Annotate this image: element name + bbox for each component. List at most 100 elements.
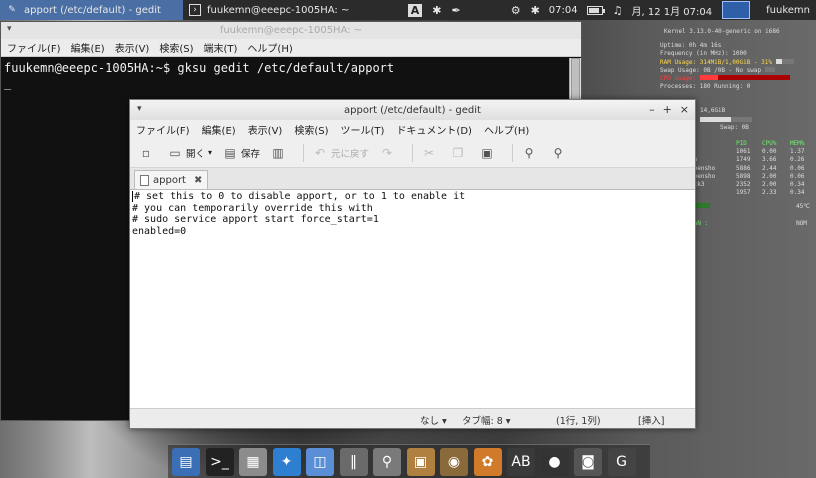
replace-button[interactable]: ⚲: [548, 142, 571, 164]
gedit-titlebar[interactable]: ▾ apport (/etc/default) - gedit – + ×: [130, 100, 695, 120]
cursor-position: (1行, 1列): [556, 416, 601, 427]
menu-documents[interactable]: ドキュメント(D): [396, 122, 472, 137]
process-cell: 3.66: [762, 156, 777, 164]
process-cell: [690, 189, 736, 197]
settings-icon[interactable]: [466, 0, 506, 20]
chevron-down-icon: ▾: [208, 148, 213, 157]
undo-button[interactable]: ↶ 元に戻す: [310, 142, 371, 164]
open-button[interactable]: ▭ 開く ▾: [165, 142, 214, 164]
input-method-indicator[interactable]: A: [403, 0, 428, 20]
toolbar-separator: [412, 143, 414, 162]
terminal-menu-terminal[interactable]: 端末(T): [204, 40, 238, 55]
dock-file-manager[interactable]: ▦: [239, 447, 267, 476]
gedit-window[interactable]: ▾ apport (/etc/default) - gedit – + × ファ…: [129, 99, 696, 429]
search-icon: ⚲: [381, 453, 393, 470]
find-button[interactable]: ⚲: [519, 142, 542, 164]
print-button[interactable]: ▥: [268, 142, 291, 164]
workspace-switcher[interactable]: [722, 1, 751, 19]
menu-file[interactable]: ファイル(F): [136, 122, 190, 137]
battery-icon[interactable]: [582, 0, 608, 20]
process-cell: 0.26: [790, 156, 805, 164]
tab-apport[interactable]: apport ✖: [134, 170, 209, 189]
menu-tools[interactable]: ツール(T): [341, 122, 385, 137]
dock-image-viewer[interactable]: ◫: [306, 447, 334, 476]
dock-browser[interactable]: ✦: [272, 447, 301, 476]
top-panel: ✎ apport (/etc/default) - gedit › fuukem…: [0, 0, 816, 20]
conky-processes: Processes: 180 Running: 0: [660, 83, 751, 91]
terminal-titlebar[interactable]: ▾ fuukemn@eeepc-1005HA: ~: [1, 22, 581, 39]
search-icon: ⚲: [524, 145, 534, 160]
save-button[interactable]: ▤ 保存: [220, 142, 262, 164]
process-cell: 2.00: [762, 181, 777, 189]
process-cell: 0.06: [790, 164, 805, 172]
dock-show-desktop[interactable]: ▤: [172, 447, 200, 476]
taskbar-item-terminal[interactable]: › fuukemn@eeepc-1005HA: ~: [183, 0, 393, 20]
terminal-menu-file[interactable]: ファイル(F): [7, 40, 61, 55]
paste-button[interactable]: ▣: [477, 142, 500, 164]
show-desktop-icon: ▤: [179, 453, 193, 470]
dock-font-viewer[interactable]: AB: [507, 447, 535, 476]
dock-media-player[interactable]: ◉: [440, 447, 468, 476]
close-icon[interactable]: ×: [680, 103, 689, 116]
terminal-menu-help[interactable]: ヘルプ(H): [247, 40, 292, 55]
menu-edit[interactable]: 編集(E): [202, 122, 236, 137]
process-cell: reensho: [690, 164, 716, 172]
pen-icon[interactable]: ✒: [446, 0, 465, 20]
dock-settings[interactable]: G: [607, 447, 636, 476]
dock-mixer[interactable]: ‖: [339, 447, 368, 476]
disk-bar: [700, 116, 752, 122]
dock-terminal[interactable]: >_: [205, 447, 234, 476]
window-menu-icon[interactable]: ▾: [137, 104, 142, 114]
dock-screenshot[interactable]: ◙: [574, 447, 602, 476]
dock-search[interactable]: ⚲: [373, 447, 401, 476]
taskbar-item-gedit[interactable]: ✎ apport (/etc/default) - gedit: [0, 0, 183, 20]
mixer-icon: ‖: [350, 453, 357, 470]
clock[interactable]: 07:04: [545, 0, 582, 20]
copy-button[interactable]: ❐: [448, 142, 471, 164]
redo-button[interactable]: ↷: [377, 142, 400, 164]
syntax-selector[interactable]: なし ▾: [420, 413, 447, 427]
dock-graphics[interactable]: ✿: [473, 447, 502, 476]
document-icon: [140, 174, 149, 186]
text-editor-icon: ✎: [8, 5, 16, 15]
bluetooth-tray-icon[interactable]: ✱: [526, 0, 545, 20]
menu-help[interactable]: ヘルプ(H): [484, 122, 529, 137]
settings-icon: G: [616, 453, 627, 470]
copy-icon: ❐: [452, 145, 464, 160]
process-cell: 2.00: [762, 172, 777, 180]
date-display[interactable]: 月, 12 1月 07:04: [628, 0, 717, 20]
terminal-menu-search[interactable]: 検索(S): [159, 40, 193, 55]
menu-search[interactable]: 検索(S): [294, 122, 328, 137]
process-cell: on: [690, 156, 736, 164]
tab-close-icon[interactable]: ✖: [194, 175, 202, 186]
window-menu-icon[interactable]: ▾: [7, 24, 12, 34]
cut-button[interactable]: ✂: [419, 142, 442, 164]
user-menu[interactable]: fuukemn: [756, 0, 816, 20]
process-cell: 1061: [736, 148, 751, 156]
conky-cpu-usage: CPU Usage:: [660, 75, 697, 83]
proc-col-cpu: CPU%: [762, 140, 777, 148]
network-icon[interactable]: ⚙: [506, 0, 526, 20]
toolbar-separator: [303, 143, 305, 162]
minimize-icon[interactable]: –: [649, 103, 655, 116]
tab-width-selector[interactable]: タブ幅: 8 ▾: [462, 413, 511, 427]
process-cell: 2.44: [762, 164, 777, 172]
text-editor[interactable]: # set this to 0 to disable apport, or to…: [130, 190, 695, 408]
find-replace-icon: ⚲: [553, 145, 563, 160]
dock-camera[interactable]: ●: [540, 447, 569, 476]
terminal-menu-edit[interactable]: 編集(E): [71, 40, 105, 55]
volume-icon[interactable]: ♫: [608, 0, 628, 20]
terminal-menu-view[interactable]: 表示(V): [115, 40, 150, 55]
menu-view[interactable]: 表示(V): [248, 122, 283, 137]
editor-line: # you can temporarily override this with: [132, 202, 373, 214]
new-document-icon: ▫: [141, 145, 151, 160]
new-button[interactable]: ▫: [136, 142, 159, 164]
conky-fan-value: NOM: [796, 219, 807, 227]
terminal-icon: >_: [210, 453, 229, 470]
dock-archive[interactable]: ▣: [406, 447, 435, 476]
conky-kernel: Kernel 3.13.0-40-generic on i686: [664, 28, 780, 35]
bluetooth-icon[interactable]: ✱: [427, 0, 446, 20]
ram-bar: [775, 58, 794, 64]
process-cell: 5886: [736, 164, 751, 172]
maximize-icon[interactable]: +: [663, 103, 672, 116]
